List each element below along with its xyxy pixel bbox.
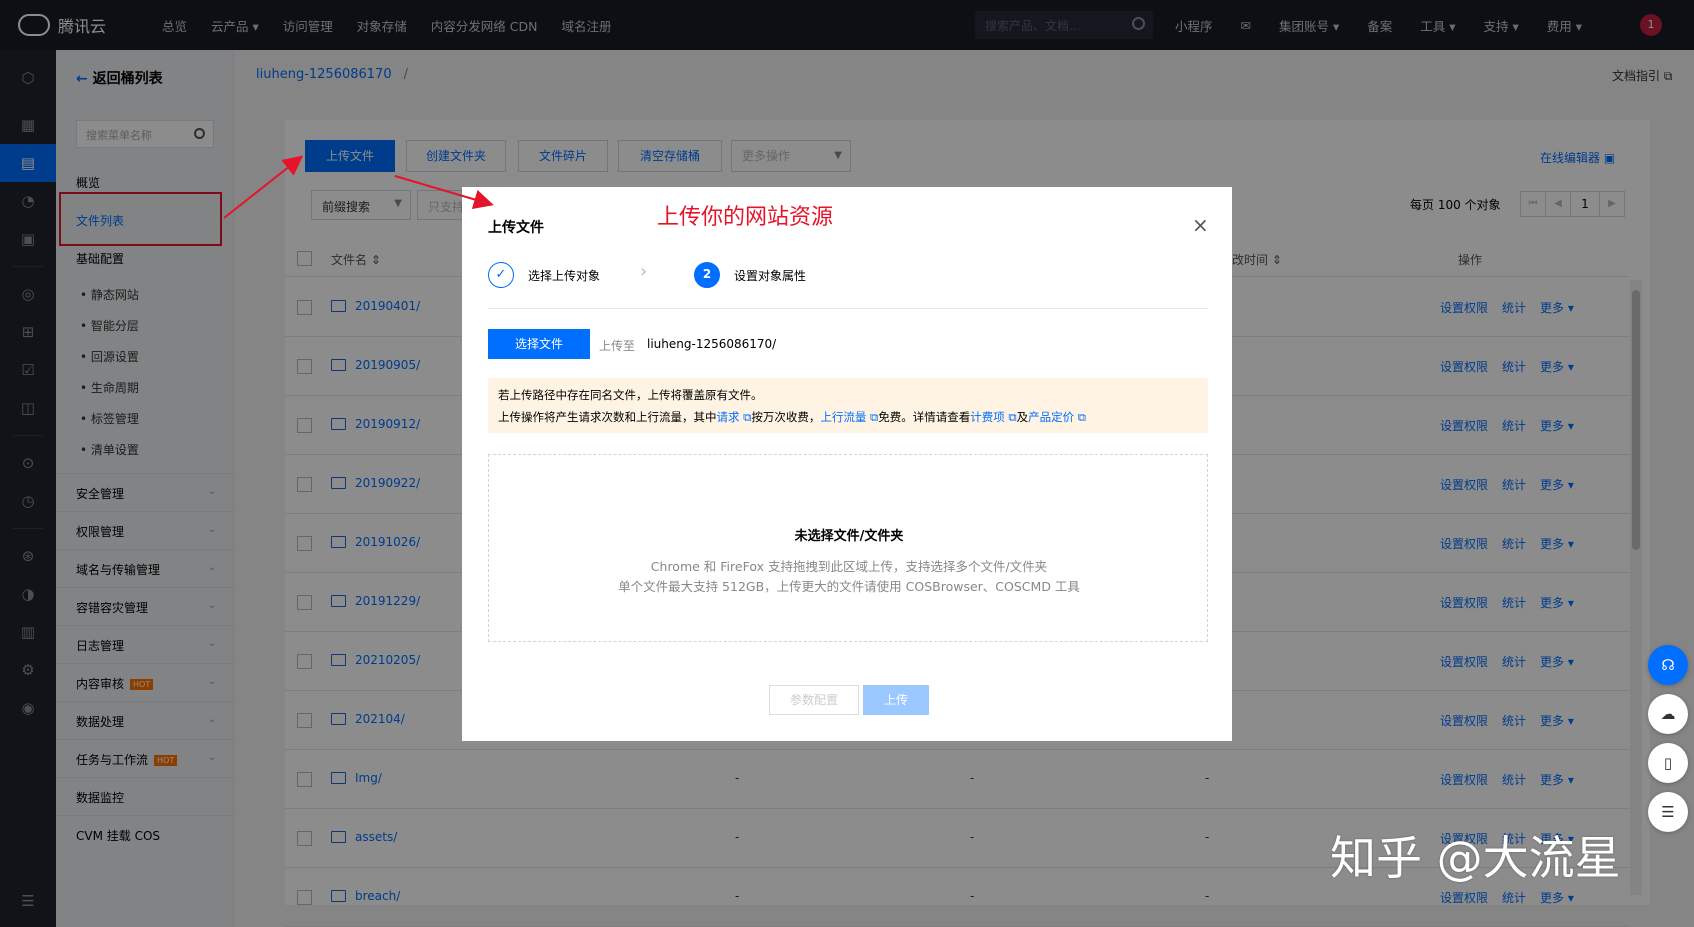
warning-text: 免费。详情请查看	[878, 410, 971, 424]
billing-items-link[interactable]: 计费项 ⧉	[970, 410, 1016, 424]
modal-title: 上传文件	[488, 220, 544, 236]
upload-file-modal: 上传文件 上传你的网站资源 × ✓ 选择上传对象 › 2 设置对象属性 选择文件 上…	[462, 187, 1232, 741]
params-config-button[interactable]: 参数配置	[769, 685, 859, 715]
chevron-right-icon: ›	[640, 261, 648, 282]
list-icon[interactable]: ☰	[1648, 792, 1688, 832]
modal-divider	[488, 308, 1208, 309]
step-1: ✓ 选择上传对象	[488, 262, 600, 288]
request-link[interactable]: 请求 ⧉	[717, 410, 752, 424]
step-2: 2 设置对象属性	[694, 262, 806, 288]
step-2-label: 设置对象属性	[734, 268, 807, 283]
watermark: 知乎 @大流星	[1330, 831, 1621, 885]
check-icon: ✓	[488, 262, 514, 288]
close-icon[interactable]: ×	[1192, 213, 1209, 237]
book-icon[interactable]: ▯	[1648, 743, 1688, 783]
warning-line-2: 上传操作将产生请求次数和上行流量，其中请求 ⧉按万次收费，上行流量 ⧉免费。详情…	[498, 406, 1198, 428]
warning-text: 及	[1016, 410, 1029, 424]
upload-button[interactable]: 上传	[863, 685, 929, 715]
upstream-traffic-link[interactable]: 上行流量 ⧉	[820, 410, 878, 424]
step-2-number: 2	[694, 262, 720, 288]
pricing-link[interactable]: 产品定价 ⧉	[1028, 410, 1086, 424]
warning-text: 上传操作将产生请求次数和上行流量，其中	[498, 410, 717, 424]
warning-text: 按万次收费，	[751, 410, 821, 424]
step-1-label: 选择上传对象	[528, 268, 601, 283]
drop-zone-title: 未选择文件/文件夹	[794, 529, 904, 544]
drop-zone-hint-2: 单个文件最大支持 512GB，上传更大的文件请使用 COSBrowser、COS…	[618, 579, 1080, 594]
drop-zone-hint-1: Chrome 和 FireFox 支持拖拽到此区域上传，支持选择多个文件/文件夹	[650, 559, 1048, 574]
overwrite-warning: 若上传路径中存在同名文件，上传将覆盖原有文件。 上传操作将产生请求次数和上行流量…	[488, 378, 1208, 433]
annotation-text: 上传你的网站资源	[657, 205, 834, 230]
floating-tools: ☊ ☁ ▯ ☰	[1648, 645, 1688, 841]
cloud-icon[interactable]: ☁	[1648, 694, 1688, 734]
warning-line-1: 若上传路径中存在同名文件，上传将覆盖原有文件。	[498, 388, 763, 402]
upload-path: liuheng-1256086170/	[647, 337, 777, 351]
drop-zone[interactable]: 未选择文件/文件夹 Chrome 和 FireFox 支持拖拽到此区域上传，支持…	[488, 454, 1208, 642]
headset-icon[interactable]: ☊	[1648, 645, 1688, 685]
upload-to-label: 上传至	[599, 339, 636, 353]
choose-file-button[interactable]: 选择文件	[488, 329, 590, 359]
